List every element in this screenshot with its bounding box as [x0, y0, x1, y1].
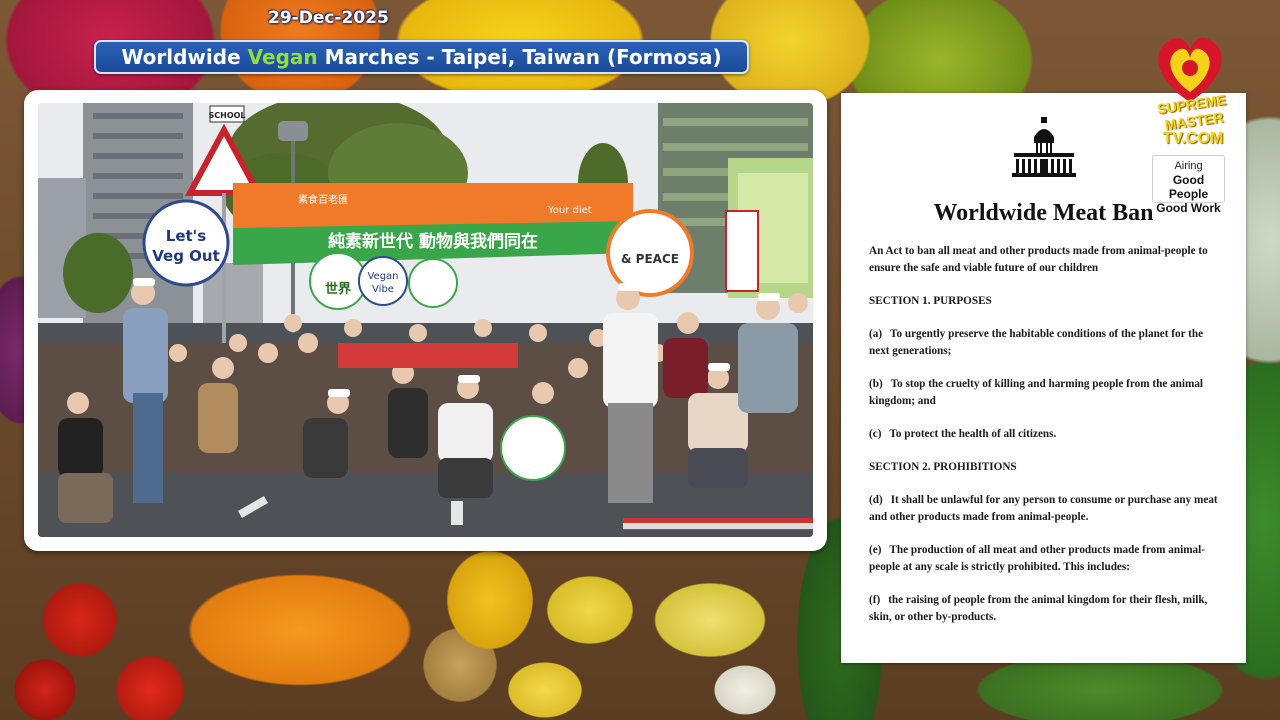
world-sign-text: 世界 [325, 281, 351, 297]
march-photo: SCHOOL Let's Veg Out 素食百老匯 Your diet 純素新… [38, 103, 813, 537]
clause-d-text: It shall be unlawful for any person to c… [869, 494, 1218, 523]
clause-c-text: To protect the health of all citizens. [889, 428, 1057, 440]
title-bar: Worldwide Vegan Marches - Taipei, Taiwan… [94, 40, 749, 74]
march-photo-illustration: SCHOOL Let's Veg Out 素食百老匯 Your diet 純素新… [38, 103, 813, 537]
clause-a-label: (a) [869, 328, 883, 340]
airing-badge: Airing Good People Good Work [1152, 155, 1225, 215]
peace-sign-text: & PEACE [621, 252, 679, 266]
clause-a-text: To urgently preserve the habitable condi… [869, 328, 1204, 357]
airing-label: Airing [1174, 160, 1203, 172]
document-title: Worldwide Meat Ban [933, 200, 1154, 226]
clause-b-label: (b) [869, 378, 883, 390]
lets-veg-out-line2: Veg Out [152, 247, 220, 265]
vegan-vibe-line1: Vegan [367, 271, 398, 282]
document-intro: An Act to ban all meat and other product… [869, 245, 1208, 274]
capitol-building-icon [1012, 117, 1076, 177]
clause-e: (e) The production of all meat and other … [869, 542, 1224, 576]
clause-f-label: (f) [869, 594, 881, 606]
section-2-heading: SECTION 2. PROHIBITIONS [869, 461, 1017, 473]
clause-e-label: (e) [869, 544, 882, 556]
banner-small-text: 素食百老匯 [298, 193, 348, 206]
meat-ban-document: Airing Good People Good Work Worldwide M… [841, 93, 1246, 663]
school-sign-text: SCHOOL [208, 111, 245, 120]
clause-c: (c) To protect the health of all citizens… [869, 426, 1224, 443]
clause-f: (f) the raising of people from the animal… [869, 592, 1224, 626]
title-accent: Vegan [247, 45, 318, 69]
title-prefix: Worldwide [121, 45, 248, 69]
photo-card: SCHOOL Let's Veg Out 素食百老匯 Your diet 純素新… [24, 90, 827, 551]
section-1-heading: SECTION 1. PURPOSES [869, 295, 992, 307]
clause-a: (a) To urgently preserve the habitable co… [869, 326, 1224, 360]
clause-c-label: (c) [869, 428, 882, 440]
banner-your-diet: Your diet [547, 205, 592, 216]
vegan-vibe-line2: Vibe [372, 284, 394, 295]
date-label: 29-Dec-2025 [268, 8, 389, 28]
clause-b: (b) To stop the cruelty of killing and ha… [869, 376, 1224, 410]
banner-main-text: 純素新世代 動物與我們同在 [328, 231, 538, 252]
airing-line1: Good People [1168, 173, 1209, 201]
clause-d-label: (d) [869, 494, 883, 506]
logo-wordmark: SUPREME MASTER TV.COM [1128, 91, 1258, 147]
clause-b-text: To stop the cruelty of killing and harmi… [869, 378, 1204, 407]
clause-f-text: the raising of people from the animal ki… [869, 594, 1208, 623]
clause-d: (d) It shall be unlawful for any person t… [869, 492, 1224, 526]
title-suffix: Marches - Taipei, Taiwan (Formosa) [317, 45, 722, 69]
document-body: An Act to ban all meat and other product… [869, 243, 1224, 642]
clause-e-text: The production of all meat and other pro… [869, 544, 1205, 573]
lets-veg-out-line1: Let's [166, 227, 206, 245]
